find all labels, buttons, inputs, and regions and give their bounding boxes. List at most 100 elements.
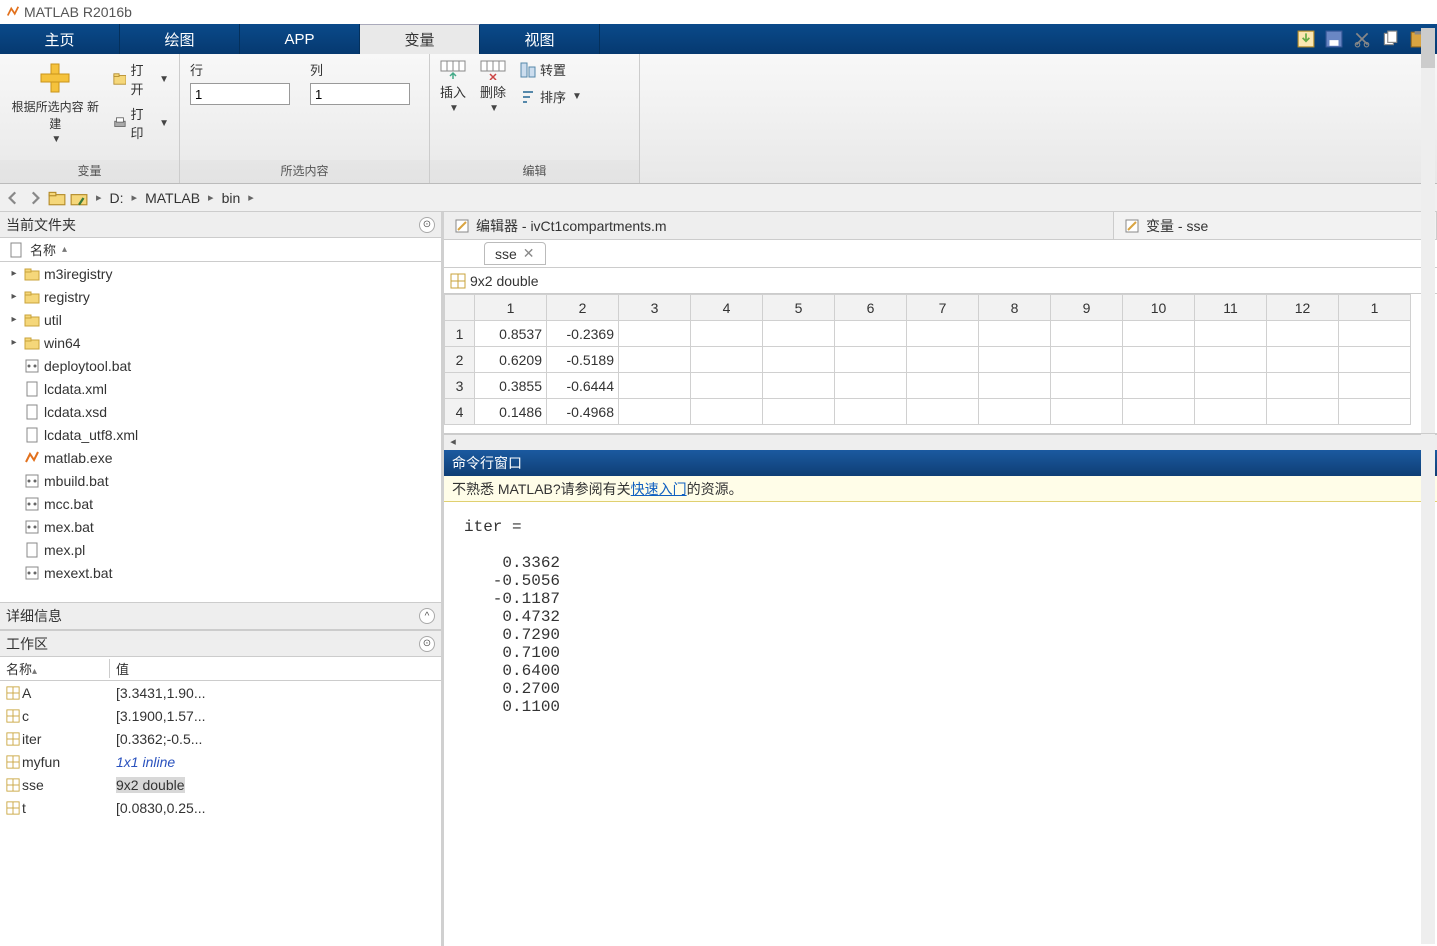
current-folder-list[interactable]: ▸m3iregistry▸registry▸util▸win64deployto… (0, 262, 441, 602)
grid-cell[interactable] (979, 399, 1051, 425)
grid-cell[interactable] (763, 321, 835, 347)
editor-tab[interactable]: 编辑器 - ivCt1compartments.m (444, 212, 1114, 239)
expand-icon[interactable]: ^ (419, 608, 435, 624)
grid-cell[interactable] (1195, 321, 1267, 347)
breadcrumb-item[interactable]: MATLAB (145, 190, 200, 206)
grid-cell[interactable] (1195, 347, 1267, 373)
save-icon[interactable] (1325, 30, 1343, 48)
transpose-button[interactable]: 转置 (520, 60, 582, 79)
grid-cell[interactable]: -0.6444 (547, 373, 619, 399)
workspace-header[interactable]: 工作区 ⊙ (0, 631, 441, 657)
folder-item[interactable]: ▸win64 (0, 331, 441, 354)
close-icon[interactable]: ✕ (523, 245, 535, 262)
forward-icon[interactable] (26, 189, 44, 207)
command-window-output[interactable]: iter = 0.3362 -0.5056 -0.1187 0.4732 0.7… (444, 502, 1437, 946)
grid-cell[interactable] (691, 347, 763, 373)
file-item[interactable]: mex.pl (0, 538, 441, 561)
grid-cell[interactable] (763, 399, 835, 425)
grid-cell[interactable]: -0.5189 (547, 347, 619, 373)
row-header[interactable]: 4 (445, 399, 475, 425)
folder-item[interactable]: ▸registry (0, 285, 441, 308)
tab-apps[interactable]: APP (240, 24, 360, 54)
getting-started-link[interactable]: 快速入门 (631, 479, 687, 499)
expand-icon[interactable]: ▸ (8, 291, 20, 303)
grid-cell[interactable] (979, 373, 1051, 399)
horizontal-scrollbar[interactable]: ◂ (444, 434, 1437, 450)
minimize-icon[interactable]: ⊙ (419, 217, 435, 233)
grid-cell[interactable] (907, 399, 979, 425)
grid-cell[interactable] (619, 321, 691, 347)
expand-icon[interactable] (8, 406, 20, 418)
grid-cell[interactable] (619, 399, 691, 425)
column-header[interactable]: 3 (619, 295, 691, 321)
grid-cell[interactable] (691, 321, 763, 347)
expand-icon[interactable] (8, 475, 20, 487)
browse-icon[interactable] (70, 189, 88, 207)
breadcrumb-item[interactable]: bin (222, 190, 241, 206)
grid-cell[interactable] (1123, 347, 1195, 373)
grid-cell[interactable] (979, 347, 1051, 373)
folder-item[interactable]: ▸m3iregistry (0, 262, 441, 285)
expand-icon[interactable] (8, 498, 20, 510)
expand-icon[interactable] (8, 452, 20, 464)
expand-icon[interactable] (8, 429, 20, 441)
column-header[interactable]: 9 (1051, 295, 1123, 321)
grid-cell[interactable] (1123, 373, 1195, 399)
grid-cell[interactable] (691, 373, 763, 399)
grid-cell[interactable] (1267, 347, 1339, 373)
scroll-left-icon[interactable]: ◂ (444, 435, 462, 450)
folder-item[interactable]: ▸util (0, 308, 441, 331)
col-input[interactable] (310, 83, 410, 105)
grid-cell[interactable] (1123, 399, 1195, 425)
column-header[interactable]: 1 (475, 295, 547, 321)
grid-cell[interactable] (1267, 373, 1339, 399)
current-folder-header[interactable]: 当前文件夹 ⊙ (0, 212, 441, 238)
grid-cell[interactable] (1051, 321, 1123, 347)
file-item[interactable]: lcdata.xml (0, 377, 441, 400)
grid-cell[interactable] (619, 347, 691, 373)
delete-button[interactable]: 删除 ▼ (480, 60, 506, 114)
row-input[interactable] (190, 83, 290, 105)
grid-cell[interactable] (835, 347, 907, 373)
copy-icon[interactable] (1381, 30, 1399, 48)
row-header[interactable]: 1 (445, 321, 475, 347)
file-item[interactable]: mexext.bat (0, 561, 441, 584)
details-panel-header[interactable]: 详细信息 ^ (0, 602, 441, 630)
row-header[interactable]: 2 (445, 347, 475, 373)
grid-cell[interactable] (1195, 373, 1267, 399)
grid-cell[interactable] (1339, 347, 1411, 373)
file-item[interactable]: deploytool.bat (0, 354, 441, 377)
variable-tab-sse[interactable]: sse ✕ (484, 242, 546, 265)
variable-tab[interactable]: 变量 - sse (1114, 212, 1437, 239)
column-header[interactable]: 4 (691, 295, 763, 321)
workspace-list[interactable]: A[3.3431,1.90...c[3.1900,1.57...iter[0.3… (0, 681, 441, 946)
current-folder-columns[interactable]: 名称 ▴ (0, 238, 441, 262)
print-button[interactable]: 打印 ▼ (113, 104, 169, 142)
column-header[interactable]: 11 (1195, 295, 1267, 321)
tab-home[interactable]: 主页 (0, 24, 120, 54)
breadcrumb-drive[interactable]: D: (110, 190, 124, 206)
file-item[interactable]: lcdata_utf8.xml (0, 423, 441, 446)
grid-cell[interactable] (1123, 321, 1195, 347)
column-header[interactable]: 2 (547, 295, 619, 321)
tab-plots[interactable]: 绘图 (120, 24, 240, 54)
workspace-variable-row[interactable]: c[3.1900,1.57... (0, 704, 441, 727)
grid-cell[interactable]: -0.4968 (547, 399, 619, 425)
import-icon[interactable] (1297, 30, 1315, 48)
grid-cell[interactable] (1051, 347, 1123, 373)
back-icon[interactable] (4, 189, 22, 207)
expand-icon[interactable] (8, 544, 20, 556)
grid-cell[interactable] (1339, 399, 1411, 425)
grid-cell[interactable] (979, 321, 1051, 347)
grid-cell[interactable] (1051, 373, 1123, 399)
variable-grid[interactable]: 123456789101112110.8537-0.236920.6209-0.… (444, 294, 1437, 434)
file-item[interactable]: mcc.bat (0, 492, 441, 515)
grid-cell[interactable] (1267, 399, 1339, 425)
tab-view[interactable]: 视图 (480, 24, 600, 54)
grid-cell[interactable]: 0.6209 (475, 347, 547, 373)
expand-icon[interactable] (8, 360, 20, 372)
column-header[interactable]: 6 (835, 295, 907, 321)
expand-icon[interactable]: ▸ (8, 268, 20, 280)
grid-cell[interactable] (1051, 399, 1123, 425)
row-header[interactable]: 3 (445, 373, 475, 399)
